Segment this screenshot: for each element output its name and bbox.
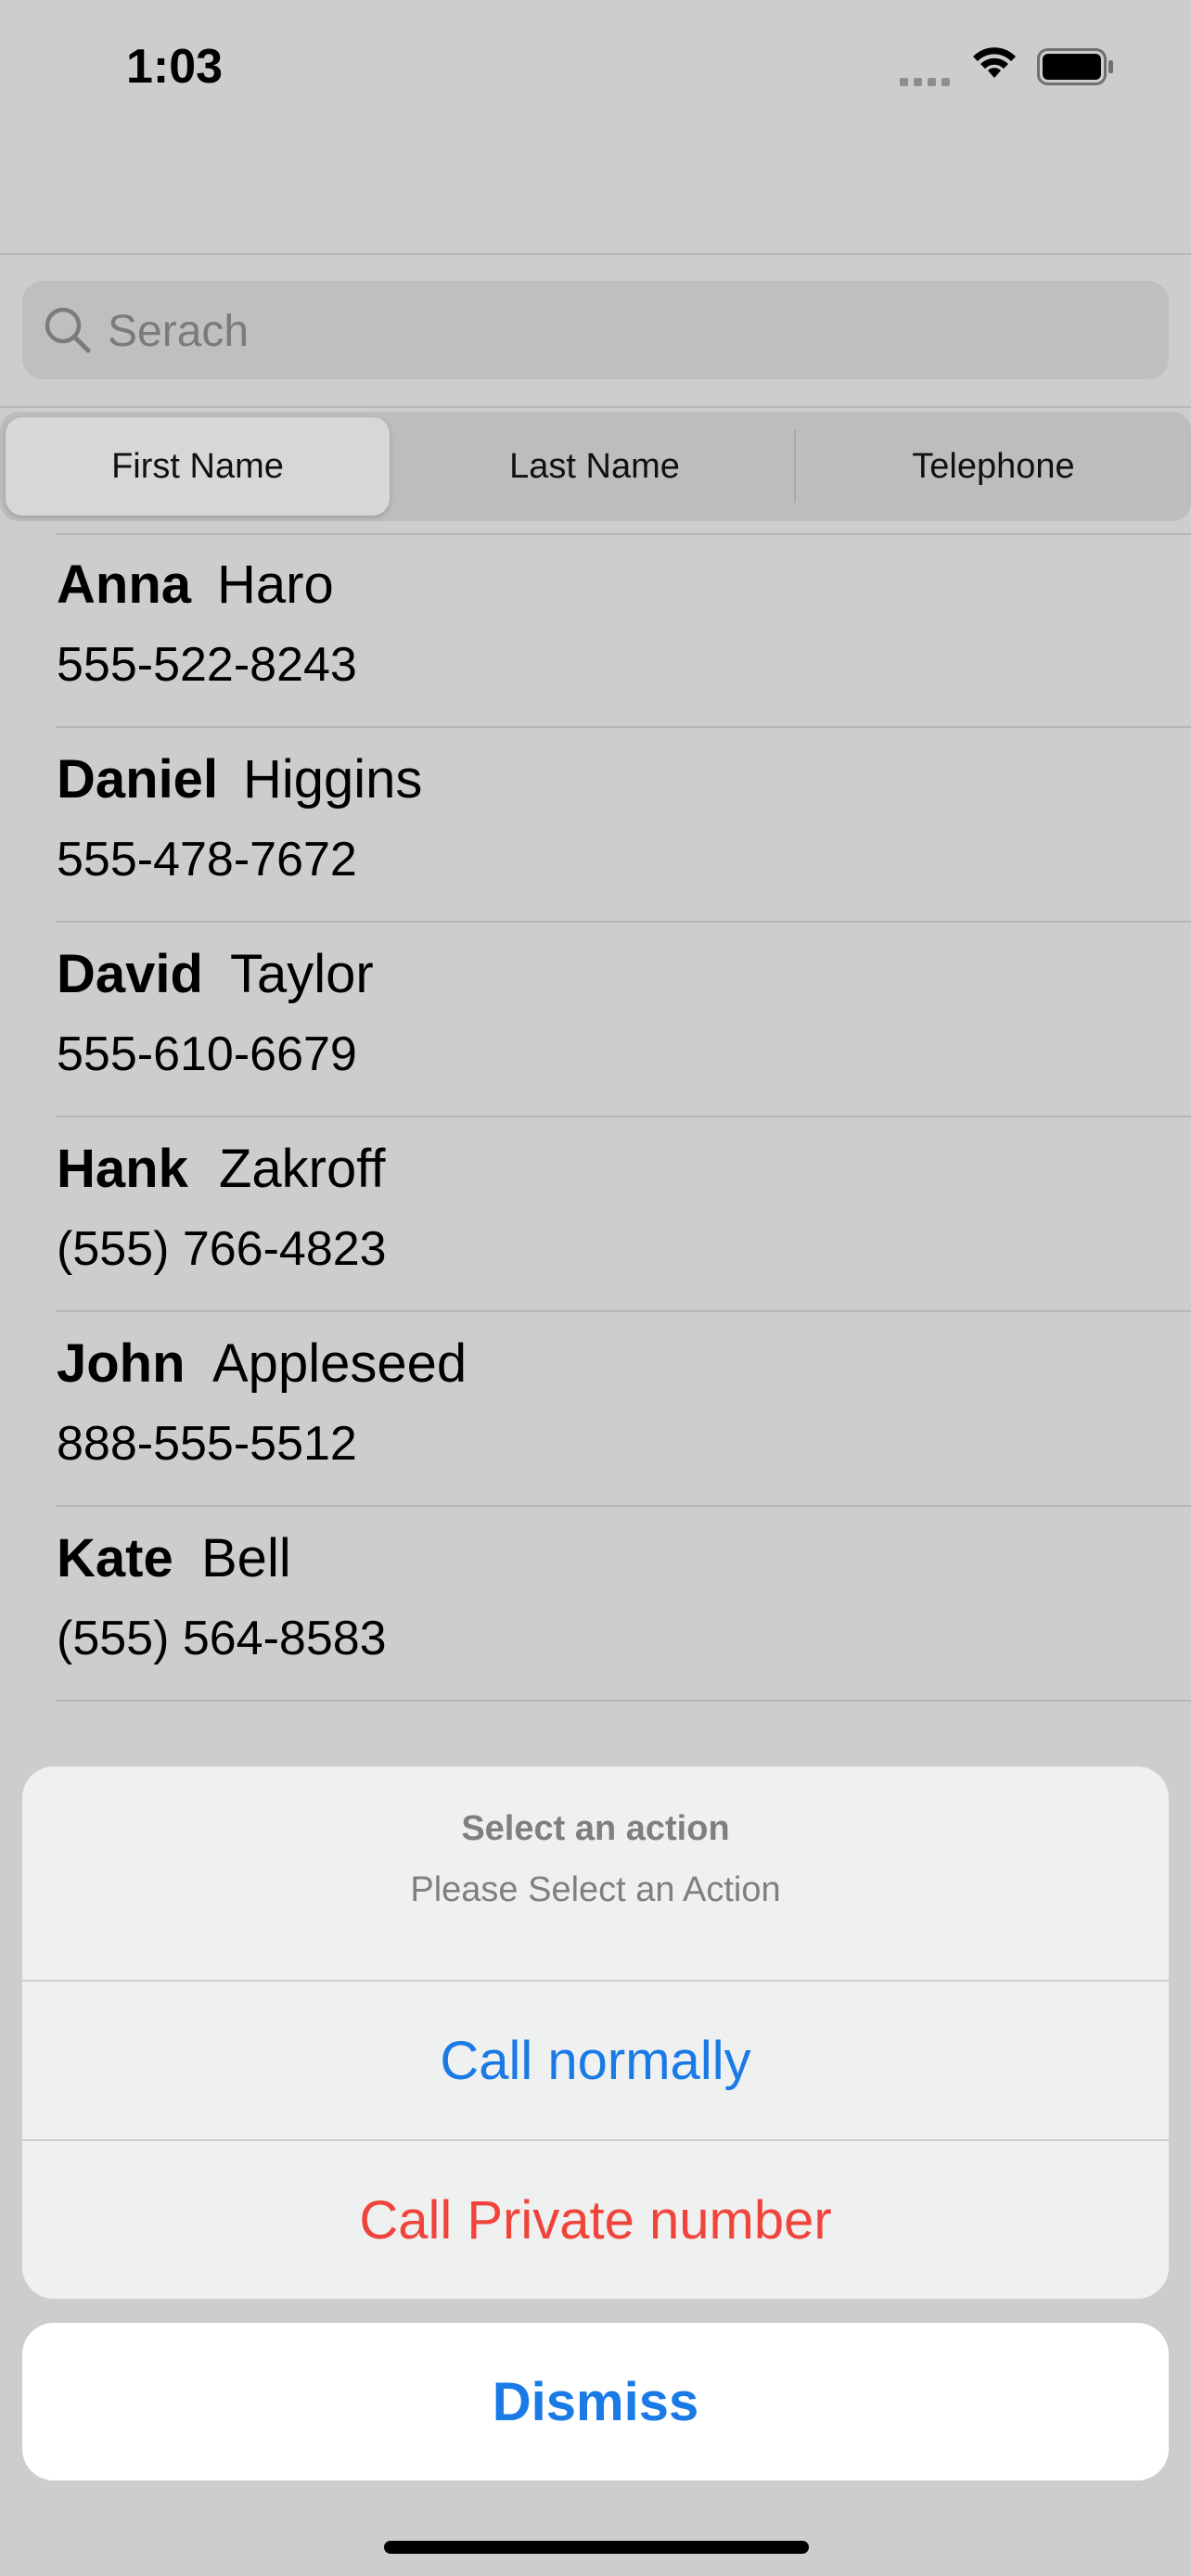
nav-bar-divider bbox=[0, 253, 1191, 255]
status-time: 1:03 bbox=[126, 40, 224, 94]
status-bar: 1:03 bbox=[0, 0, 1191, 139]
contact-row[interactable]: John Appleseed 888-555-5512 bbox=[0, 1312, 1191, 1507]
search-divider bbox=[0, 406, 1191, 408]
action-sheet: Select an action Please Select an Action… bbox=[22, 1766, 1169, 2299]
contact-last-name: Bell bbox=[201, 1528, 291, 1588]
contact-first-name: Anna bbox=[57, 555, 191, 615]
contact-last-name: Zakroff bbox=[219, 1139, 386, 1199]
contact-phone: (555) 564-8583 bbox=[57, 1612, 387, 1665]
segment-telephone[interactable]: Telephone bbox=[796, 412, 1191, 521]
contact-first-name: David bbox=[57, 944, 203, 1004]
contact-last-name: Haro bbox=[217, 555, 334, 615]
contact-first-name: Hank bbox=[57, 1139, 188, 1199]
call-private-number-button[interactable]: Call Private number bbox=[22, 2141, 1169, 2299]
search-icon bbox=[45, 307, 91, 353]
contact-last-name: Higgins bbox=[243, 749, 423, 810]
sort-segmented-control: First Name Last Name Telephone bbox=[0, 412, 1191, 521]
contact-phone: (555) 766-4823 bbox=[57, 1222, 387, 1276]
contact-first-name: Daniel bbox=[57, 749, 219, 810]
search-bar[interactable] bbox=[22, 281, 1169, 381]
dismiss-button[interactable]: Dismiss bbox=[22, 2323, 1169, 2480]
battery-icon bbox=[1037, 48, 1113, 85]
contact-row[interactable]: Hank Zakroff (555) 766-4823 bbox=[0, 1117, 1191, 1312]
contact-last-name: Taylor bbox=[230, 944, 374, 1004]
contact-first-name: Kate bbox=[57, 1528, 173, 1588]
contact-row[interactable]: Anna Haro 555-522-8243 bbox=[0, 533, 1191, 728]
segment-last-name[interactable]: Last Name bbox=[397, 412, 792, 521]
action-sheet-message: Please Select an Action bbox=[410, 1870, 781, 1909]
segment-first-name[interactable]: First Name bbox=[6, 417, 390, 516]
home-indicator[interactable] bbox=[384, 2541, 809, 2554]
search-input[interactable] bbox=[106, 281, 1148, 381]
contact-first-name: John bbox=[57, 1333, 186, 1394]
call-normally-button[interactable]: Call normally bbox=[22, 1982, 1169, 2139]
contact-phone: 555-610-6679 bbox=[57, 1027, 357, 1081]
contact-phone: 555-478-7672 bbox=[57, 833, 357, 886]
contact-last-name: Appleseed bbox=[212, 1333, 467, 1394]
contact-phone: 555-522-8243 bbox=[57, 638, 357, 692]
row-divider bbox=[56, 1700, 1191, 1702]
action-sheet-title: Select an action bbox=[461, 1809, 730, 1848]
contact-row[interactable]: David Taylor 555-610-6679 bbox=[0, 923, 1191, 1117]
cellular-signal-icon bbox=[900, 74, 955, 91]
contact-phone: 888-555-5512 bbox=[57, 1417, 357, 1471]
wifi-icon bbox=[973, 47, 1016, 78]
contact-row[interactable]: Daniel Higgins 555-478-7672 bbox=[0, 728, 1191, 923]
contact-row[interactable]: Kate Bell (555) 564-8583 bbox=[0, 1507, 1191, 1702]
